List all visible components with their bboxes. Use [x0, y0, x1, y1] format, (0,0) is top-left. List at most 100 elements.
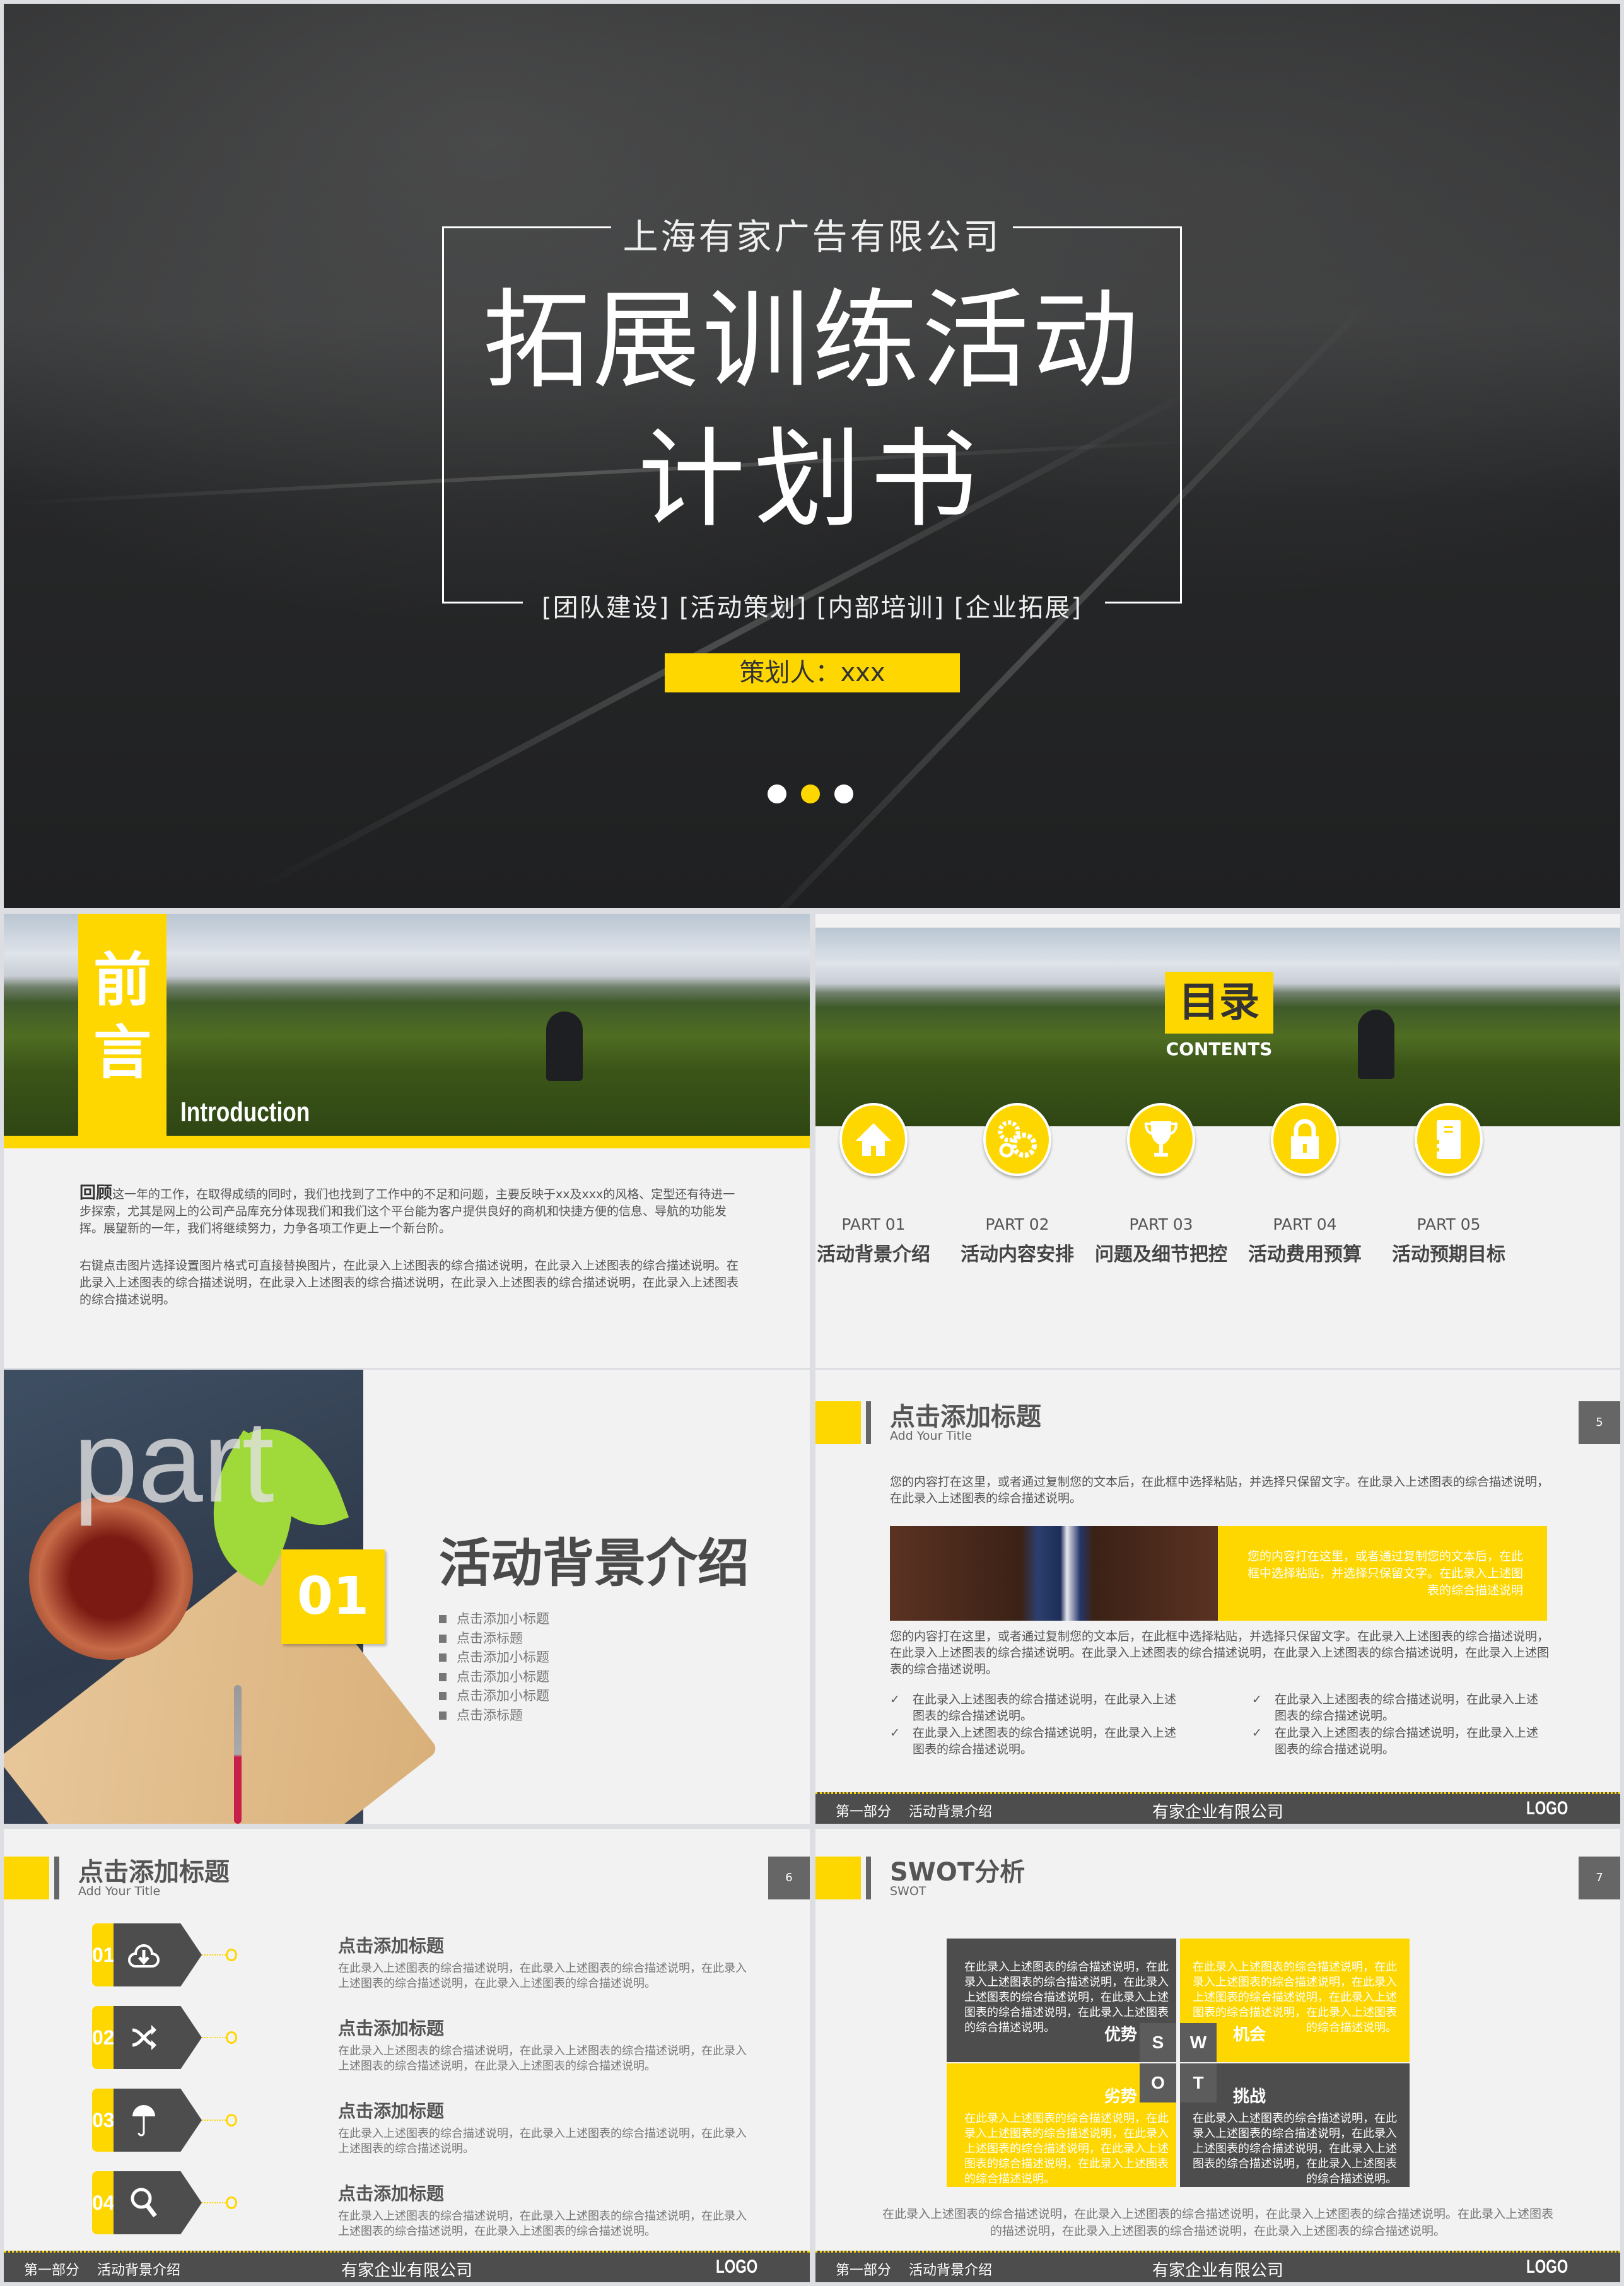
frame-line	[442, 226, 444, 604]
slide-title: 点击添加标题	[78, 1858, 230, 1887]
step-item[interactable]: 04	[92, 2171, 332, 2234]
swot-heading: 劣势	[1104, 2087, 1138, 2106]
step-title: 点击添加标题	[338, 2101, 445, 2121]
swot-threats[interactable]: T 挑战 在此录入上述图表的综合描述说明，在此录入上述图表的综合描述说明，在此录…	[1180, 2063, 1410, 2187]
lock-icon	[1271, 1103, 1339, 1176]
step-item[interactable]: 03	[92, 2089, 332, 2152]
cover-title: 拓展训练活动	[482, 279, 1142, 404]
swot-letter: O	[1140, 2063, 1176, 2102]
subtitle-item[interactable]: 点击添标题	[439, 1629, 549, 1648]
swot-heading: 挑战	[1233, 2087, 1266, 2106]
contents-subtitle: CONTENTS	[1165, 1039, 1273, 1059]
swot-letter: T	[1180, 2063, 1217, 2102]
footer-logo: LOGO	[715, 2256, 757, 2277]
connector-ring	[226, 2196, 237, 2209]
header-accent	[815, 1401, 861, 1444]
connector-line	[202, 1954, 226, 1956]
toc-label: 活动费用预算	[1248, 1244, 1362, 1266]
toc-label: 问题及细节把控	[1095, 1244, 1227, 1266]
slide-title: 点击添加标题	[890, 1403, 1041, 1432]
subtitle-item[interactable]: 点击添加小标题	[439, 1667, 549, 1687]
toc-item[interactable]: PART 01 活动背景介绍	[815, 1103, 946, 1266]
body-text: 您的内容打在这里，或者通过复制您的文本后，在此框中选择粘贴，并选择只保留文字。在…	[890, 1630, 1550, 1676]
company-name: 上海有家广告有限公司	[622, 217, 1002, 258]
toc-part: PART 01	[841, 1215, 906, 1233]
paragraph-text: 这一年的工作，在取得成绩的同时，我们也找到了工作中的不足和问题，主要反映于xx及…	[79, 1187, 735, 1235]
toc-item[interactable]: PART 04 活动费用预算	[1232, 1103, 1377, 1266]
toc-part: PART 02	[985, 1215, 1049, 1233]
step-number: 03	[92, 2089, 115, 2152]
check-item: 在此录入上述图表的综合描述说明，在此录入上述图表的综合描述说明。	[890, 1691, 1186, 1724]
swot-strengths[interactable]: 在此录入上述图表的综合描述说明，在此录入上述图表的综合描述说明，在此录入上述图表…	[947, 1939, 1176, 2062]
contents-slide[interactable]: 目录 CONTENTS PART 01 活动背景介绍 PART 02 活动内容安…	[815, 914, 1620, 1368]
foreword-slide[interactable]: 前 言 Introduction 回顾这一年的工作，在取得成绩的同时，我们也找到…	[4, 914, 810, 1368]
section-number: 01	[281, 1549, 385, 1644]
subtitle-list: 点击添加小标题 点击添标题 点击添加小标题 点击添加小标题 点击添加小标题 点击…	[439, 1609, 549, 1725]
step-desc: 在此录入上述图表的综合描述说明，在此录入上述图表的综合描述说明，在此录入上述图表…	[338, 2127, 747, 2155]
content-slide-5[interactable]: 点击添加标题 Add Your Title 5 您的内容打在这里，或者通过复制您…	[815, 1370, 1620, 1824]
swot-opportunities[interactable]: 在此录入上述图表的综合描述说明，在此录入上述图表的综合描述说明，在此录入上述图表…	[1180, 1939, 1410, 2062]
check-item: 在此录入上述图表的综合描述说明，在此录入上述图表的综合描述说明。	[1252, 1691, 1548, 1724]
slide-footer: 第一部分 活动背景介绍 有家企业有限公司 LOGO	[815, 2251, 1620, 2282]
content-slide-6[interactable]: 点击添加标题 Add Your Title 6 01 点击添加标题 在此录入上述…	[4, 1829, 810, 2282]
swot-text: 在此录入上述图表的综合描述说明，在此录入上述图表的综合描述说明，在此录入上述图表…	[964, 2112, 1169, 2186]
swot-slide[interactable]: SWOT分析 SWOT 7 在此录入上述图表的综合描述说明，在此录入上述图表的综…	[815, 1829, 1620, 2282]
shuffle-icon	[125, 2024, 163, 2051]
step-desc: 在此录入上述图表的综合描述说明，在此录入上述图表的综合描述说明，在此录入上述图表…	[338, 2044, 747, 2073]
connector-line	[202, 2037, 226, 2038]
person-figure	[1358, 1010, 1394, 1079]
step-title: 点击添加标题	[338, 2018, 445, 2039]
header-bar	[866, 1857, 871, 1899]
trophy-icon	[1127, 1103, 1195, 1176]
toc-label: 活动内容安排	[961, 1244, 1074, 1266]
slide-subtitle: Add Your Title	[78, 1884, 161, 1898]
swot-text: 在此录入上述图表的综合描述说明，在此录入上述图表的综合描述说明，在此录入上述图表…	[1193, 1961, 1397, 2034]
page-number: 7	[1579, 1857, 1620, 1899]
step-item[interactable]: 01	[92, 1923, 332, 1986]
cover-title-line2: 计划书	[638, 417, 986, 542]
tag-char: 前	[93, 947, 151, 1014]
subtitle-item[interactable]: 点击添加小标题	[439, 1648, 549, 1667]
step-desc: 在此录入上述图表的综合描述说明，在此录入上述图表的综合描述说明，在此录入上述图表…	[338, 2210, 747, 2238]
person-figure	[546, 1012, 583, 1081]
foreword-paragraph: 回顾这一年的工作，在取得成绩的同时，我们也找到了工作中的不足和问题，主要反映于x…	[79, 1185, 742, 1237]
pagination-dot[interactable]	[834, 784, 853, 803]
toc-part: PART 03	[1129, 1215, 1193, 1233]
step-number: 01	[92, 1923, 115, 1986]
step-title: 点击添加标题	[338, 2183, 445, 2204]
subtitle-item[interactable]: 点击添标题	[439, 1706, 549, 1725]
toc-label: 活动预期目标	[1392, 1244, 1505, 1266]
step-number: 02	[92, 2006, 115, 2069]
connector-ring	[226, 2031, 237, 2044]
connector-line	[202, 2202, 226, 2203]
toc-item[interactable]: PART 05 活动预期目标	[1376, 1103, 1521, 1266]
slide-title: SWOT分析	[890, 1858, 1025, 1887]
document-icon	[1415, 1103, 1483, 1176]
search-icon	[125, 2188, 163, 2218]
toc-item[interactable]: PART 02 活动内容安排	[945, 1103, 1090, 1266]
cover-slide[interactable]: 上海有家广告有限公司 拓展训练活动 计划书 [团队建设] [活动策划] [内部培…	[4, 4, 1620, 908]
step-item[interactable]: 02	[92, 2006, 332, 2069]
check-list-right: 在此录入上述图表的综合描述说明，在此录入上述图表的综合描述说明。 在此录入上述图…	[1252, 1691, 1548, 1758]
connector-ring	[226, 1949, 237, 1961]
footer-company: 有家企业有限公司	[1152, 2261, 1283, 2280]
pagination-dot-active[interactable]	[801, 784, 820, 803]
step-number: 04	[92, 2171, 115, 2234]
cloud-download-icon	[125, 1941, 163, 1969]
foreword-paragraph-2: 右键点击图片选择设置图片格式可直接替换图片，在此录入上述图表的综合描述说明，在此…	[79, 1259, 739, 1307]
pagination-dot[interactable]	[768, 784, 786, 803]
page-number: 5	[1579, 1401, 1620, 1444]
slide-footer: 第一部分 活动背景介绍 有家企业有限公司 LOGO	[815, 1792, 1620, 1824]
slide-subtitle: SWOT	[890, 1884, 926, 1898]
knife	[234, 1685, 242, 1824]
section-cover-slide[interactable]: part 01 活动背景介绍 点击添加小标题 点击添标题 点击添加小标题 点击添…	[4, 1370, 810, 1824]
contents-title: 目录	[1165, 972, 1273, 1034]
toc-item[interactable]: PART 03 问题及细节把控	[1089, 1103, 1234, 1266]
slide-footer: 第一部分 活动背景介绍 有家企业有限公司 LOGO	[4, 2251, 810, 2282]
subtitle-item[interactable]: 点击添加小标题	[439, 1686, 549, 1706]
planner-badge: 策划人：xxx	[665, 653, 960, 692]
subtitle-item[interactable]: 点击添加小标题	[439, 1609, 549, 1629]
toc-part: PART 05	[1417, 1215, 1481, 1233]
swot-heading: 优势	[1104, 2026, 1138, 2044]
swot-weaknesses[interactable]: O 劣势 在此录入上述图表的综合描述说明，在此录入上述图表的综合描述说明，在此录…	[947, 2063, 1176, 2187]
